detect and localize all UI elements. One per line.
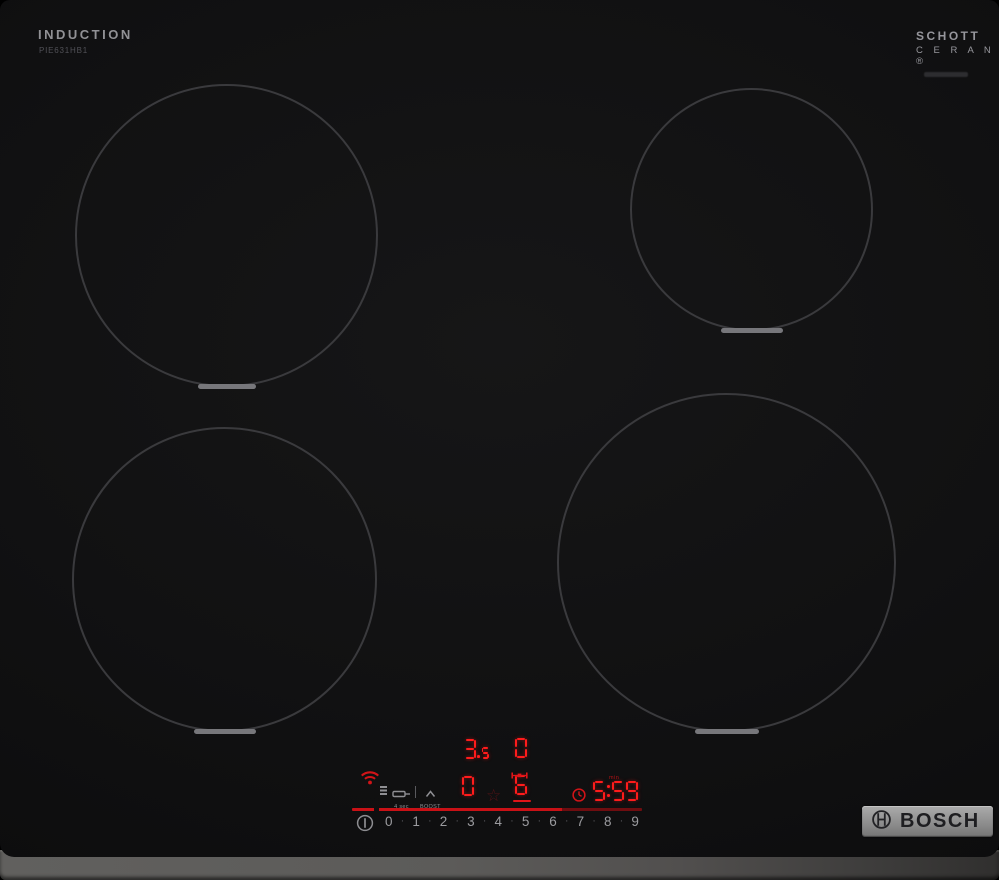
induction-label: INDUCTION xyxy=(38,27,133,42)
cooking-zone-back-right xyxy=(630,88,873,333)
bosch-badge: BOSCH xyxy=(862,806,993,837)
bosch-emblem-icon xyxy=(871,809,892,835)
zone-mark xyxy=(694,729,759,734)
scale-separator: · xyxy=(510,815,514,827)
display-back-right-power xyxy=(514,738,528,758)
power-level-5[interactable]: 5 xyxy=(522,814,530,829)
pan-icon xyxy=(392,790,410,798)
scale-separator: · xyxy=(592,815,596,827)
zone-mark xyxy=(720,328,783,333)
cooking-zone-front-right xyxy=(557,393,896,734)
scale-separator: · xyxy=(427,815,432,827)
scale-separator: · xyxy=(400,815,405,827)
cooking-zone-front-left xyxy=(72,427,377,734)
power-level-4[interactable]: 4 xyxy=(495,814,503,829)
schott-ceran-logo: SCHOTT C E R A N ® xyxy=(916,29,999,77)
keypad-icon xyxy=(379,785,388,803)
schott-line1: SCHOTT xyxy=(916,29,981,43)
power-scale[interactable]: 0 · 1 · 2 · 3 · 4 · 5 · 6 · 7 · 8 · 9 xyxy=(385,812,639,830)
schott-line2: C E R A N ® xyxy=(916,45,995,67)
power-level-1[interactable]: 1 xyxy=(412,814,420,829)
wifi-icon xyxy=(359,768,381,791)
bosch-wordmark: BOSCH xyxy=(900,810,980,832)
divider xyxy=(415,786,416,798)
power-level-6[interactable]: 6 xyxy=(549,814,557,829)
zone-mark xyxy=(193,729,256,734)
zone-mark xyxy=(197,384,256,389)
schott-fine-print xyxy=(924,72,968,77)
power-level-3[interactable]: 3 xyxy=(467,814,475,829)
pot-moved-icon xyxy=(511,766,528,784)
clock-icon[interactable] xyxy=(572,788,586,807)
glass-surface: INDUCTION PIE631HB1 SCHOTT C E R A N ® B… xyxy=(0,0,999,857)
scale-separator: · xyxy=(619,815,624,827)
zone-select-indicator xyxy=(513,800,531,803)
boost-hint: BOOST xyxy=(420,785,441,810)
pan-detect-hint: 4 sec xyxy=(392,785,411,810)
model-number-label: PIE631HB1 xyxy=(39,46,89,55)
scale-separator: · xyxy=(537,815,542,827)
boost-arrow-icon xyxy=(425,790,435,797)
timer-display xyxy=(592,781,639,801)
power-level-2[interactable]: 2 xyxy=(440,814,448,829)
power-slider[interactable] xyxy=(352,808,642,811)
cooktop-photo: INDUCTION PIE631HB1 SCHOTT C E R A N ® B… xyxy=(0,0,999,880)
power-level-9[interactable]: 9 xyxy=(631,814,639,829)
scale-separator: · xyxy=(482,815,487,827)
scale-separator: · xyxy=(564,815,569,827)
power-level-0[interactable]: 0 xyxy=(385,814,393,829)
cooking-zone-back-left xyxy=(75,84,378,389)
star-icon[interactable]: ☆ xyxy=(486,787,501,804)
power-level-8[interactable]: 8 xyxy=(604,814,612,829)
display-front-left-power xyxy=(461,776,475,796)
display-back-left-power xyxy=(463,739,490,759)
scale-separator: · xyxy=(455,815,460,827)
power-icon[interactable] xyxy=(356,814,374,837)
power-level-7[interactable]: 7 xyxy=(577,814,585,829)
printed-hint-cluster: 4 sec BOOST xyxy=(379,785,441,810)
